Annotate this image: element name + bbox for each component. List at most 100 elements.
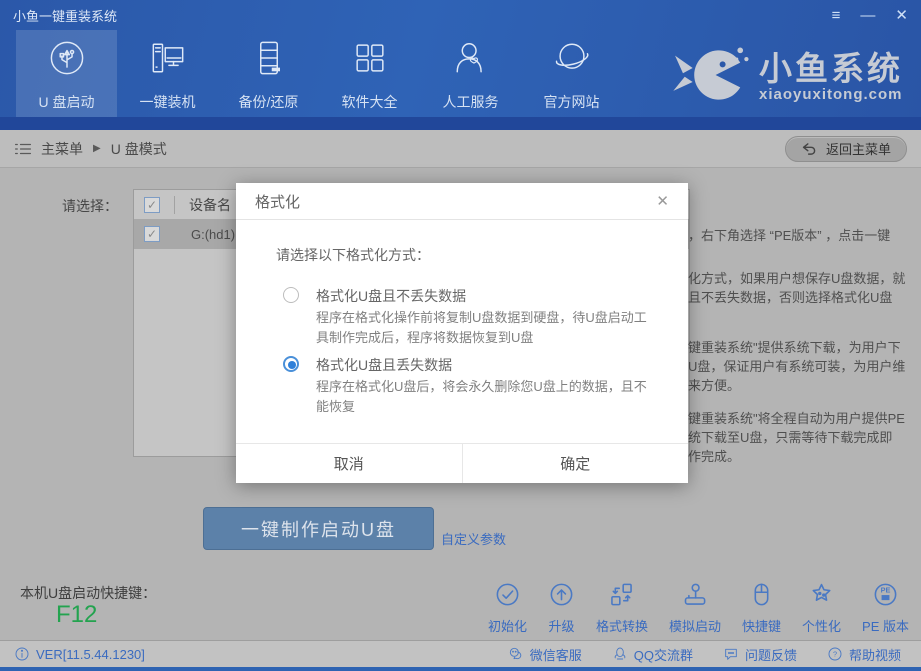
- device-row-checkbox[interactable]: ✓: [144, 226, 160, 242]
- background-hint-text: ，右下角选择 “PE版本” ，点击一键 化方式，如果用户想保存U盘数据，就 且不…: [688, 0, 921, 575]
- radio-unchecked-icon[interactable]: [283, 287, 299, 303]
- breadcrumb-root[interactable]: 主菜单: [41, 139, 83, 159]
- check-circle-icon: [494, 581, 521, 611]
- help-video-link[interactable]: ? 帮助视频: [827, 645, 901, 664]
- status-link-label: 帮助视频: [849, 645, 901, 664]
- tool-initialize[interactable]: 初始化: [488, 581, 527, 635]
- hint-line: 键重装系统"将全程自动为用户提供PE: [688, 408, 905, 427]
- option-description: 程序在格式化操作前将复制U盘数据到硬盘，待U盘启动工具制作完成后，程序将数据恢复…: [316, 308, 655, 348]
- boot-hotkey-label: 本机U盘启动快捷键：: [20, 583, 156, 603]
- tool-label: 升级: [548, 616, 574, 635]
- list-icon: [14, 141, 32, 157]
- nav-item-label: U 盘启动: [39, 92, 95, 112]
- select-device-label: 请选择：: [62, 196, 118, 216]
- tool-label: PE 版本: [862, 616, 909, 635]
- column-divider: [174, 196, 175, 214]
- nav-item-label: 软件大全: [342, 92, 398, 112]
- tool-upgrade[interactable]: 升级: [548, 581, 575, 635]
- status-bar: VER[11.5.44.1230] 微信客服 QQ交流群 问题反馈 ? 帮助视频: [0, 640, 921, 667]
- pe-version-icon: PE: [872, 581, 899, 611]
- window-title: 小鱼一键重装系统: [13, 6, 117, 25]
- tool-label: 格式转换: [596, 616, 648, 635]
- tool-personalize[interactable]: 个性化: [802, 581, 841, 635]
- version-info: VER[11.5.44.1230]: [14, 646, 145, 662]
- nav-item-backup-restore[interactable]: 备份/还原: [218, 30, 319, 118]
- wechat-icon: [508, 646, 524, 662]
- tool-pe-version[interactable]: PE PE 版本: [862, 581, 909, 635]
- main-nav: U 盘启动 一键装机 备份/还原 软件大全 人工服务 官方网站: [16, 30, 622, 118]
- hint-line: 化方式，如果用户想保存U盘数据，就: [688, 268, 905, 287]
- chat-bubble-icon: [723, 646, 739, 662]
- qq-icon: [612, 646, 628, 662]
- question-circle-icon: ?: [827, 646, 843, 662]
- nav-item-label: 一键装机: [140, 92, 196, 112]
- make-boot-usb-button[interactable]: 一键制作启动U盘: [203, 507, 434, 550]
- format-dialog-footer: 取消 确定: [236, 443, 688, 483]
- radio-checked-icon[interactable]: [283, 356, 299, 372]
- bottom-accent-line: [0, 667, 921, 671]
- feedback-link[interactable]: 问题反馈: [723, 645, 797, 664]
- svg-text:?: ?: [833, 649, 837, 658]
- nav-item-usb-boot[interactable]: U 盘启动: [16, 30, 117, 118]
- option-title: 格式化U盘且丢失数据: [316, 355, 655, 375]
- qq-group-link[interactable]: QQ交流群: [612, 645, 693, 664]
- nav-item-software-center[interactable]: 软件大全: [319, 30, 420, 118]
- star-badge-icon: [808, 581, 835, 611]
- hint-line: ，右下角选择 “PE版本” ，点击一键: [688, 225, 890, 244]
- convert-icon: [608, 581, 635, 611]
- tool-row: 初始化 升级 格式转换 模拟启动 快捷键 个性化 PE PE 版本: [488, 581, 909, 635]
- nav-item-label: 备份/还原: [239, 92, 299, 112]
- nav-item-label: 官方网站: [544, 92, 600, 112]
- arrow-up-circle-icon: [548, 581, 575, 611]
- hint-line: 来方便。: [688, 375, 740, 394]
- nav-item-customer-service[interactable]: 人工服务: [420, 30, 521, 118]
- computer-icon: [146, 36, 190, 83]
- svg-text:PE: PE: [881, 585, 891, 594]
- dialog-close-icon[interactable]: ✕: [656, 192, 669, 210]
- status-link-label: 问题反馈: [745, 645, 797, 664]
- boot-hotkey-value: F12: [56, 601, 97, 629]
- person-icon: [449, 36, 493, 83]
- mouse-icon: [748, 581, 775, 611]
- joystick-icon: [681, 581, 708, 611]
- globe-icon: [550, 36, 594, 83]
- status-link-label: 微信客服: [530, 645, 582, 664]
- format-dialog-header: 格式化 ✕: [236, 183, 688, 220]
- info-icon: [14, 646, 30, 662]
- device-name-column-header: 设备名: [189, 195, 231, 215]
- status-link-label: QQ交流群: [634, 645, 693, 664]
- option-title: 格式化U盘且不丢失数据: [316, 286, 655, 306]
- nav-item-official-website[interactable]: 官方网站: [521, 30, 622, 118]
- tool-label: 初始化: [488, 616, 527, 635]
- tool-hotkey[interactable]: 快捷键: [742, 581, 781, 635]
- option-description: 程序在格式化U盘后，将会永久删除您U盘上的数据，且不能恢复: [316, 377, 655, 417]
- format-dialog-title: 格式化: [255, 191, 300, 212]
- tool-format-convert[interactable]: 格式转换: [596, 581, 648, 635]
- tool-label: 模拟启动: [669, 616, 721, 635]
- hint-line: U盘，保证用户有系统可装，为用户维: [688, 356, 905, 375]
- hint-line: 统下载至U盘，只需等待下载完成即: [688, 427, 892, 446]
- server-icon: [247, 36, 291, 83]
- cancel-button[interactable]: 取消: [236, 444, 463, 483]
- custom-params-link[interactable]: 自定义参数: [441, 529, 506, 548]
- version-text: VER[11.5.44.1230]: [36, 647, 145, 662]
- format-option-lose-data[interactable]: 格式化U盘且丢失数据 程序在格式化U盘后，将会永久删除您U盘上的数据，且不能恢复: [283, 355, 655, 417]
- app-window: 小鱼一键重装系统 ≡ — ✕ U 盘启动 一键装机 备份/还原 软件大: [0, 0, 921, 671]
- nav-item-label: 人工服务: [443, 92, 499, 112]
- tool-label: 快捷键: [742, 616, 781, 635]
- format-dialog: 格式化 ✕ 请选择以下格式化方式： 格式化U盘且不丢失数据 程序在格式化操作前将…: [236, 183, 688, 483]
- ok-button[interactable]: 确定: [463, 444, 689, 483]
- status-links: 微信客服 QQ交流群 问题反馈 ? 帮助视频: [508, 645, 901, 664]
- hint-line: 键重装系统"提供系统下载，为用户下: [688, 337, 901, 356]
- nav-item-one-key-install[interactable]: 一键装机: [117, 30, 218, 118]
- wechat-support-link[interactable]: 微信客服: [508, 645, 582, 664]
- breadcrumb-current: U 盘模式: [111, 139, 167, 159]
- format-method-prompt: 请选择以下格式化方式：: [276, 245, 688, 265]
- tool-label: 个性化: [802, 616, 841, 635]
- tool-simulate-boot[interactable]: 模拟启动: [669, 581, 721, 635]
- hint-line: 且不丢失数据，否则选择格式化U盘: [688, 287, 892, 306]
- hint-line: 作完成。: [688, 446, 740, 465]
- format-option-keep-data[interactable]: 格式化U盘且不丢失数据 程序在格式化操作前将复制U盘数据到硬盘，待U盘启动工具制…: [283, 286, 655, 348]
- select-all-checkbox[interactable]: ✓: [144, 197, 160, 213]
- usb-icon: [45, 36, 89, 83]
